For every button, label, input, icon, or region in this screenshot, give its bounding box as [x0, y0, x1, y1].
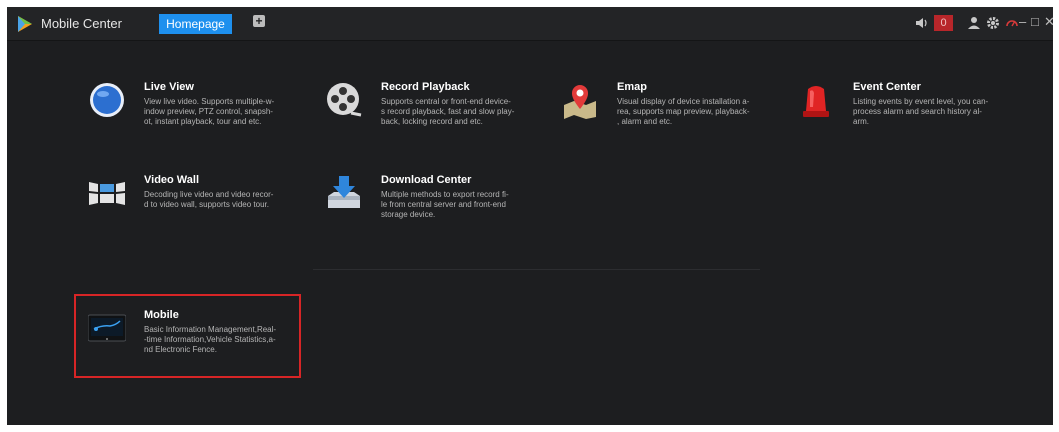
module-title: Live View — [144, 81, 194, 93]
close-button[interactable]: ✕ — [1044, 13, 1053, 31]
download-icon — [328, 176, 360, 208]
module-title: Download Center — [381, 174, 472, 186]
module-title: Emap — [617, 81, 647, 93]
module-description: Multiple methods to export record fi- le… — [381, 190, 509, 219]
map-pin-icon — [564, 85, 596, 119]
minimize-button[interactable]: – — [1019, 13, 1026, 31]
module-mobile[interactable]: Mobile Basic Information Management,Real… — [88, 309, 288, 369]
module-description: Listing events by event level, you can- … — [853, 97, 989, 126]
app-window: Mobile Center Homepage + 0 – □ ✕ Live Vi… — [7, 7, 1053, 425]
module-video-wall[interactable]: Video Wall Decoding live video and video… — [88, 174, 288, 234]
speedometer-icon[interactable] — [1005, 16, 1019, 30]
module-description: View live video. Supports multiple-w- in… — [144, 97, 275, 126]
alarm-count-badge[interactable]: 0 — [934, 15, 953, 31]
maximize-button[interactable]: □ — [1031, 13, 1039, 31]
module-title: Record Playback — [381, 81, 470, 93]
separator — [313, 269, 760, 270]
app-title: Mobile Center — [41, 16, 122, 31]
speaker-icon[interactable] — [914, 15, 930, 31]
module-title: Mobile — [144, 309, 179, 321]
module-description: Supports central or front-end device- s … — [381, 97, 515, 126]
module-emap[interactable]: Emap Visual display of device installati… — [561, 81, 761, 141]
module-title: Video Wall — [144, 174, 200, 186]
module-download-center[interactable]: Download Center Multiple methods to expo… — [325, 174, 525, 234]
mobile-device-icon — [88, 314, 126, 342]
gear-icon[interactable] — [986, 16, 1000, 30]
module-event-center[interactable]: Event Center Listing events by event lev… — [797, 81, 997, 141]
plus-icon[interactable]: + — [253, 15, 265, 27]
user-icon[interactable] — [967, 16, 981, 30]
module-description: Decoding live video and video recor- d t… — [144, 190, 274, 209]
tab-homepage[interactable]: Homepage — [159, 14, 232, 34]
module-description: Basic Information Management,Real- -time… — [144, 325, 277, 354]
module-record-playback[interactable]: Record Playback Supports central or fron… — [325, 81, 525, 141]
title-bar: Mobile Center Homepage + 0 – □ ✕ — [7, 7, 1053, 41]
video-wall-icon — [89, 182, 125, 205]
alarm-light-icon — [803, 86, 829, 117]
module-title: Event Center — [853, 81, 921, 93]
module-description: Visual display of device installation a-… — [617, 97, 750, 126]
app-logo-icon — [18, 16, 32, 32]
film-reel-icon — [327, 83, 362, 117]
live-view-icon — [90, 83, 124, 117]
module-live-view[interactable]: Live View View live video. Supports mult… — [88, 81, 288, 141]
